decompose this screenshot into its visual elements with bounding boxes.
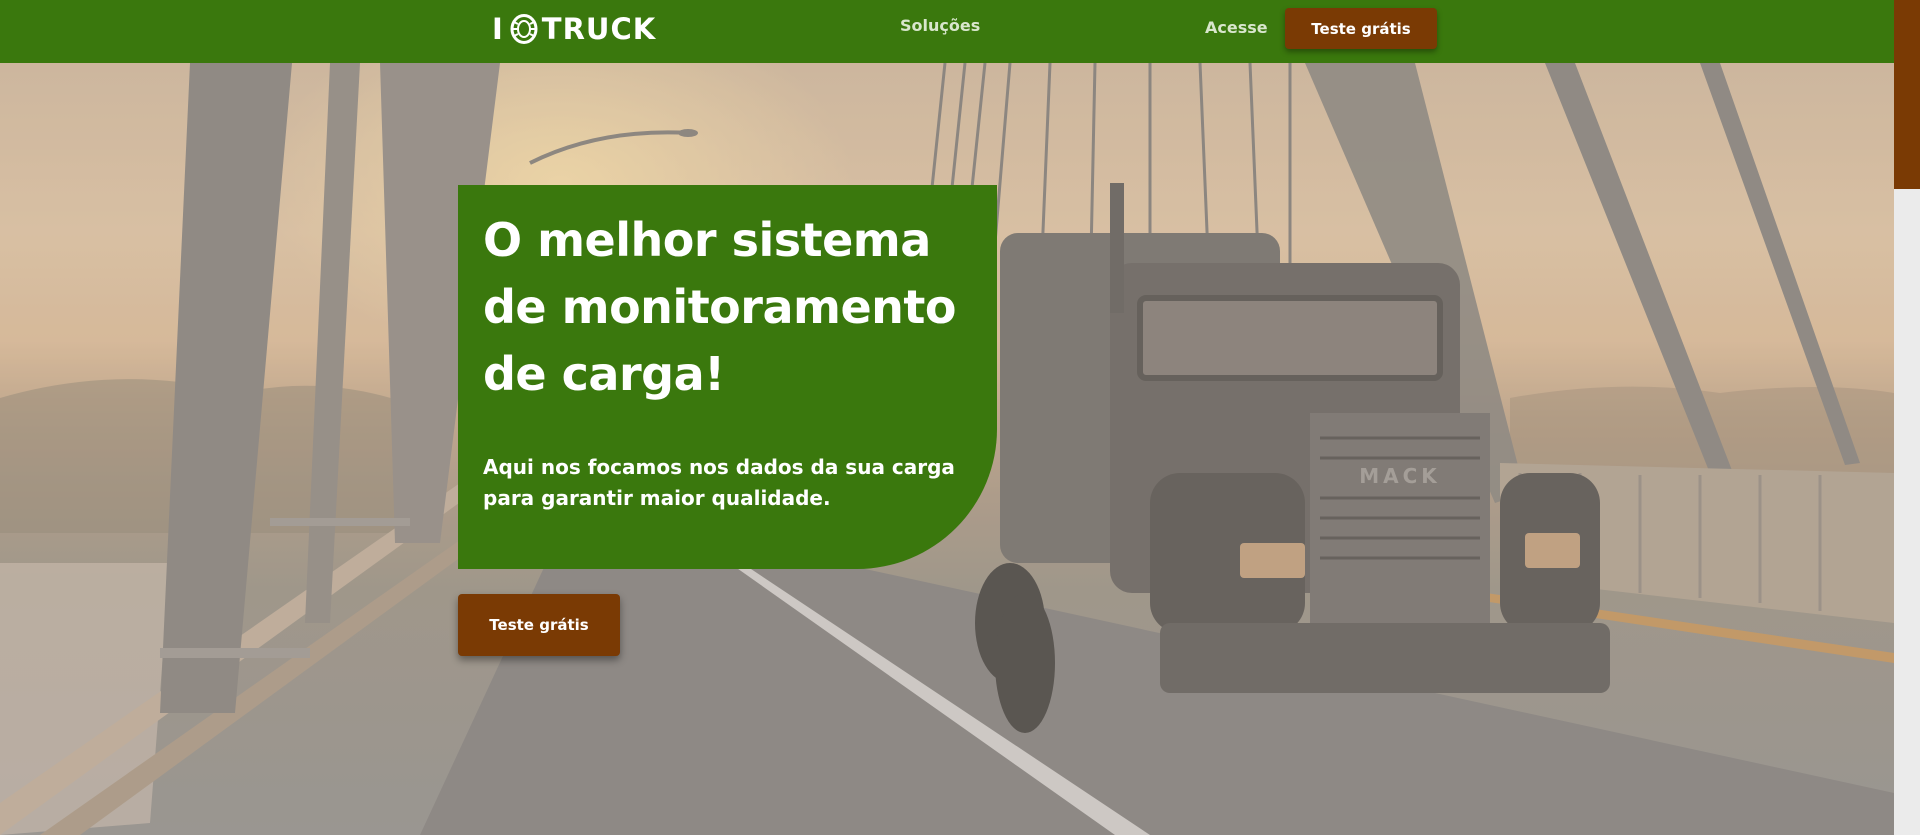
- nav-free-trial-button[interactable]: Teste grátis: [1285, 8, 1437, 49]
- top-navbar: I TRUCK Soluções Acesse Teste grátis: [0, 0, 1894, 63]
- tire-icon: [510, 14, 538, 44]
- vertical-scrollbar[interactable]: [1894, 0, 1920, 835]
- hero-title: O melhor sistema de monitoramento de car…: [483, 213, 956, 401]
- hero-free-trial-button[interactable]: Teste grátis: [458, 594, 620, 656]
- nav-link-solucoes[interactable]: Soluções: [900, 16, 980, 35]
- hero-subtitle: Aqui nos focamos nos dados da sua carga …: [483, 455, 955, 510]
- logo-prefix: I: [492, 12, 504, 46]
- brand-logo[interactable]: I TRUCK: [492, 12, 656, 46]
- logo-text: TRUCK: [541, 12, 657, 46]
- page: MACK I TRUCK Soluções Acesse Teste gráti…: [0, 0, 1894, 835]
- hero-headline-card: O melhor sistema de monitoramento de car…: [458, 185, 997, 569]
- scrollbar-thumb[interactable]: [1894, 0, 1920, 189]
- nav-link-acesse[interactable]: Acesse: [1205, 18, 1268, 37]
